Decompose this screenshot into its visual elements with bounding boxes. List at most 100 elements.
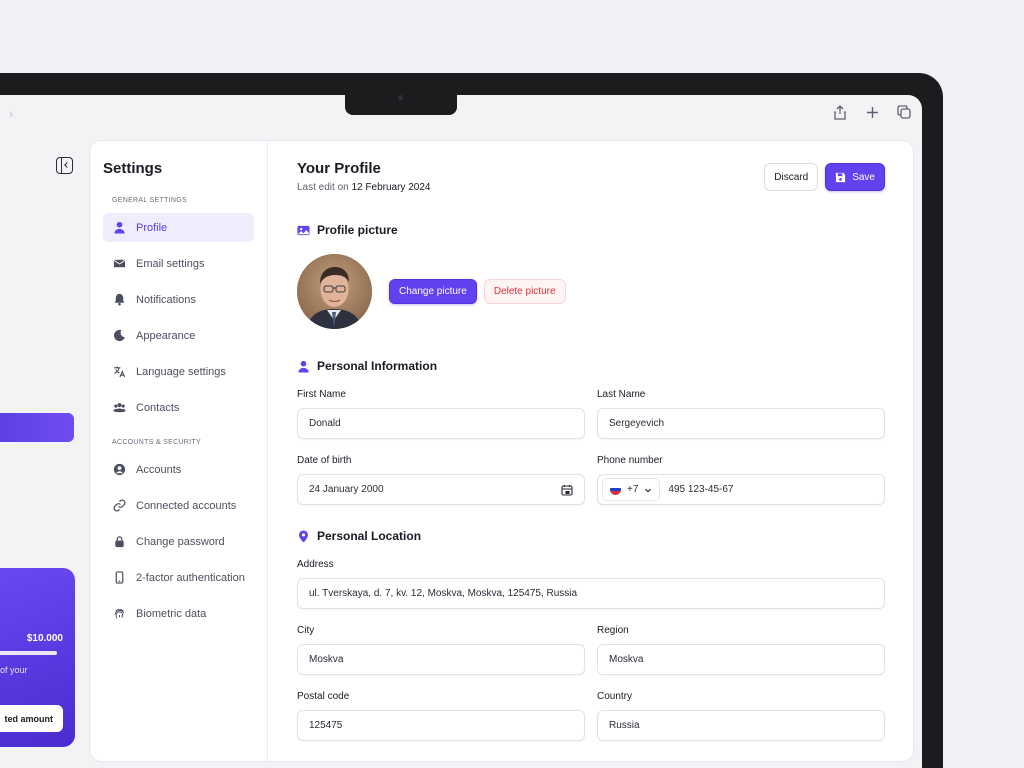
postal-code-input[interactable]: 125475 [297,710,585,741]
card-text: of your [0,665,28,675]
date-of-birth-label: Date of birth [297,455,352,466]
card-progress-track [0,651,57,655]
profile-content: Your Profile Last edit on 12 February 20… [268,141,913,761]
sidebar-item-contacts[interactable]: Contacts [103,393,254,422]
profile-picture-heading-text: Profile picture [317,223,398,237]
profile-picture-row: Change picture Delete picture [297,254,885,329]
russia-flag-icon [610,484,621,495]
forward-chevron-icon[interactable]: › [9,106,13,121]
sidebar-item-appearance[interactable]: Appearance [103,321,254,350]
people-icon [113,403,126,413]
sidebar-title: Settings [103,160,163,177]
address-input[interactable]: ul. Tverskaya, d. 7, kv. 12, Moskva, Mos… [297,578,885,609]
image-icon [297,225,310,235]
section-label-general: General settings [112,197,187,204]
country-code-value: +7 [627,484,639,495]
card-amount: $10.000 [26,633,63,644]
last-name-field: Last Name Sergeyevich [597,389,885,439]
new-tab-icon[interactable] [864,104,880,120]
phone-number-input[interactable]: +7 495 123-45-67 [597,474,885,505]
card-progress-fill [0,651,57,655]
change-picture-button[interactable]: Change picture [389,279,477,304]
last-name-input[interactable]: Sergeyevich [597,408,885,439]
link-icon [113,499,126,512]
fingerprint-icon [114,608,125,619]
first-name-field: First Name Donald [297,389,585,439]
sidebar-item-label: Profile [136,221,168,234]
last-edit-date: 12 February 2024 [351,182,431,193]
tabs-overview-icon[interactable] [896,104,912,120]
sidebar-item-label: Biometric data [136,607,207,620]
calendar-icon[interactable] [561,484,573,496]
account-circle-icon [113,463,126,476]
sidebar-item-email-settings[interactable]: Email settings [103,249,254,278]
sidebar-item-label: Contacts [136,401,180,414]
postal-code-label: Postal code [297,691,350,702]
camera-dot [398,95,403,100]
personal-information-heading-text: Personal Information [317,359,438,373]
city-label: City [297,625,315,636]
browser-toolbar [832,104,912,120]
sidebar-item-label: Accounts [136,463,182,476]
personal-location-heading: Personal Location [297,529,885,543]
first-name-label: First Name [297,389,346,400]
sidebar-item-accounts[interactable]: Accounts [103,455,254,484]
phone-number-value: 495 123-45-67 [668,484,734,495]
user-icon [298,360,309,373]
chevron-down-icon [645,488,652,492]
sidebar-item-label: Connected accounts [136,499,237,512]
sidebar-item-label: Language settings [136,365,226,378]
profile-picture-actions: Change picture Delete picture [389,279,566,304]
personal-location-heading-text: Personal Location [317,529,422,543]
discard-button[interactable]: Discard [764,163,819,191]
city-field: City Moskva [297,625,585,675]
delete-picture-button[interactable]: Delete picture [483,279,566,304]
sidebar-item-biometric-data[interactable]: Biometric data [103,599,254,628]
avatar [297,254,372,329]
floppy-disk-icon [836,172,846,182]
sidebar-item-profile[interactable]: Profile [103,213,254,242]
section-label-security: Accounts & Security [112,439,201,446]
date-of-birth-input[interactable]: 24 January 2000 [297,474,585,505]
lock-icon [115,536,124,548]
sidebar-item-language-settings[interactable]: Language settings [103,357,254,386]
country-label: Country [597,691,633,702]
phone-number-label: Phone number [597,455,663,466]
settings-sidebar: Settings General settings Profile Email … [90,141,268,761]
first-name-input[interactable]: Donald [297,408,585,439]
profile-picture-heading: Profile picture [297,223,885,237]
date-of-birth-field: Date of birth 24 January 2000 [297,455,585,505]
settings-panel: Settings General settings Profile Email … [89,140,914,762]
save-label: Save [852,171,875,183]
address-label: Address [297,559,334,570]
postal-code-field: Postal code 125475 [297,691,585,741]
share-icon[interactable] [832,104,848,120]
location-pin-icon [299,529,308,543]
moon-icon [113,329,125,342]
phone-number-field: Phone number +7 495 123-45-67 [597,455,885,505]
sidebar-item-label: Email settings [136,257,205,270]
phone-icon [115,571,124,584]
sidebar-item-two-factor[interactable]: 2-factor authentication [103,563,254,592]
bell-icon [114,293,125,306]
card-button[interactable]: ted amount [0,705,63,732]
country-input[interactable]: Russia [597,710,885,741]
sidebar-item-connected-accounts[interactable]: Connected accounts [103,491,254,520]
save-button[interactable]: Save [825,163,885,191]
region-field: Region Moskva [597,625,885,675]
sidebar-item-label: Notifications [136,293,196,306]
user-icon [114,221,125,234]
sidebar-item-change-password[interactable]: Change password [103,527,254,556]
sidebar-toggle-icon[interactable] [56,157,73,174]
city-input[interactable]: Moskva [297,644,585,675]
region-input[interactable]: Moskva [597,644,885,675]
background-primary-bar[interactable] [0,413,74,442]
sidebar-item-notifications[interactable]: Notifications [103,285,254,314]
sidebar-item-label: Appearance [136,329,196,342]
discard-label: Discard [774,171,809,183]
region-label: Region [597,625,629,636]
personal-location-form: Address ul. Tverskaya, d. 7, kv. 12, Mos… [297,559,885,757]
personal-information-heading: Personal Information [297,359,885,373]
country-code-select[interactable]: +7 [602,478,661,501]
date-of-birth-value: 24 January 2000 [309,484,384,495]
